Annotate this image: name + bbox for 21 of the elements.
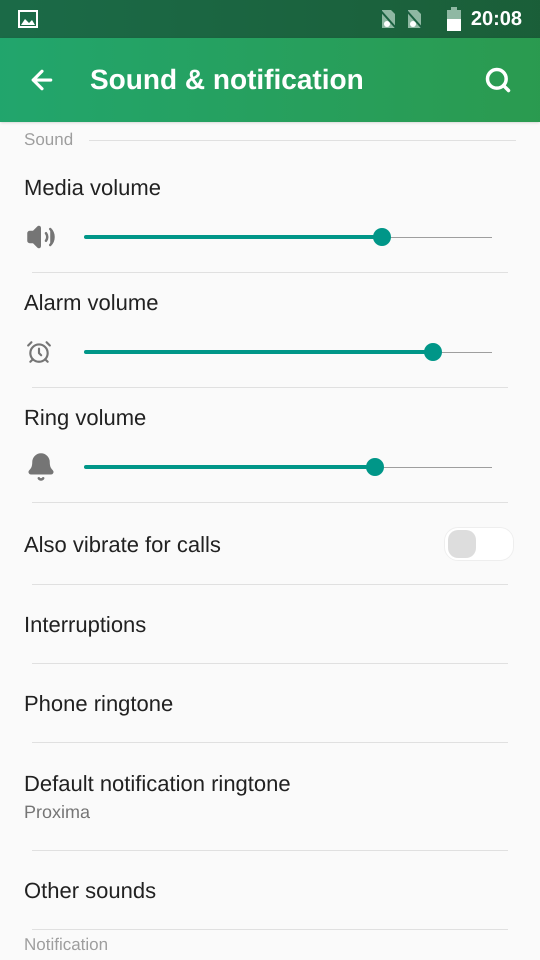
battery-icon [446,7,461,31]
setting-title: Media volume [23,174,162,202]
bell-icon [26,452,56,482]
volume-slider[interactable] [84,227,492,247]
setting-title: Ring volume [23,404,148,432]
alarm-clock-icon [26,339,52,365]
section-header: Notification [24,934,108,956]
screen-title: Sound & notification [90,63,365,97]
setting-title: Also vibrate for calls [24,530,221,558]
section-header: Sound [24,129,74,152]
setting-title[interactable]: Other sounds [24,876,516,906]
setting-title[interactable]: Phone ringtone [24,688,516,718]
toggle-switch[interactable] [444,527,514,561]
setting-title: Alarm volume [23,289,160,317]
setting-title[interactable]: Interruptions [24,610,516,640]
setting-title[interactable]: Default notification ringtone [24,769,516,799]
clock-time: 20:08 [470,7,522,32]
volume-slider[interactable] [84,342,492,362]
setting-summary: Proxima [24,801,92,824]
image-icon [18,10,38,28]
volume-slider[interactable] [84,457,492,477]
